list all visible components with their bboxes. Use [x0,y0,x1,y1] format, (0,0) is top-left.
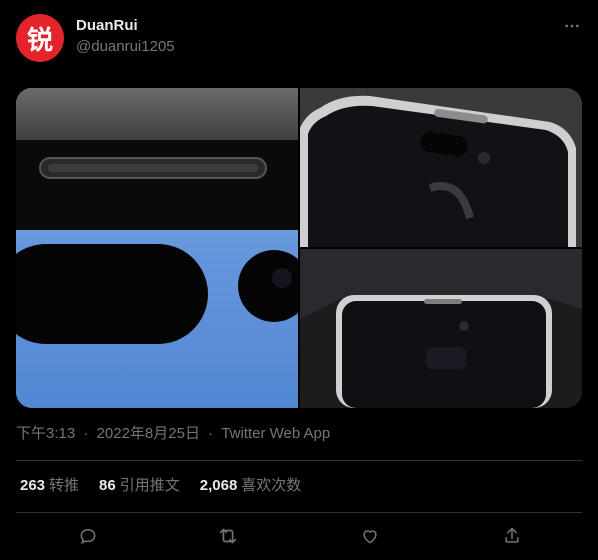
retweet-count[interactable]: 263 转推 [20,476,79,496]
share-icon[interactable] [498,522,526,550]
retweet-icon[interactable] [214,522,242,550]
meta-separator-2: · [208,425,214,442]
media-photo-3[interactable] [300,249,582,408]
retweet-count-label: 转推 [49,477,80,494]
divider [16,512,582,513]
media-photo-1[interactable] [16,88,310,408]
quote-count-value: 86 [99,477,116,494]
user-handle[interactable]: @duanrui1205 [76,37,175,57]
divider [16,460,582,461]
meta-separator: · [83,425,89,442]
tweet-header: 锐 DuanRui @duanrui1205 [16,14,582,62]
tweet-time[interactable]: 下午3:13 [16,425,75,442]
display-name[interactable]: DuanRui [76,16,175,36]
heart-icon[interactable] [356,522,384,550]
avatar[interactable]: 锐 [16,14,64,62]
retweet-count-value: 263 [20,477,46,494]
engagement-stats: 263 转推 86 引用推文 2,068 喜欢次数 [20,476,301,496]
action-bar [16,522,582,550]
reply-icon[interactable] [74,522,102,550]
like-count-label: 喜欢次数 [241,477,302,494]
more-icon[interactable] [562,16,582,36]
quote-count[interactable]: 86 引用推文 [99,476,180,496]
author-names: DuanRui @duanrui1205 [76,16,175,57]
tweet-date[interactable]: 2022年8月25日 [97,425,200,442]
tweet-source[interactable]: Twitter Web App [221,425,330,442]
quote-count-label: 引用推文 [119,477,180,494]
like-count[interactable]: 2,068 喜欢次数 [200,476,302,496]
like-count-value: 2,068 [199,477,238,494]
media-photo-2[interactable] [300,88,582,247]
media-grid [16,88,582,408]
tweet-meta: 下午3:13 · 2022年8月25日 · Twitter Web App [16,424,330,444]
